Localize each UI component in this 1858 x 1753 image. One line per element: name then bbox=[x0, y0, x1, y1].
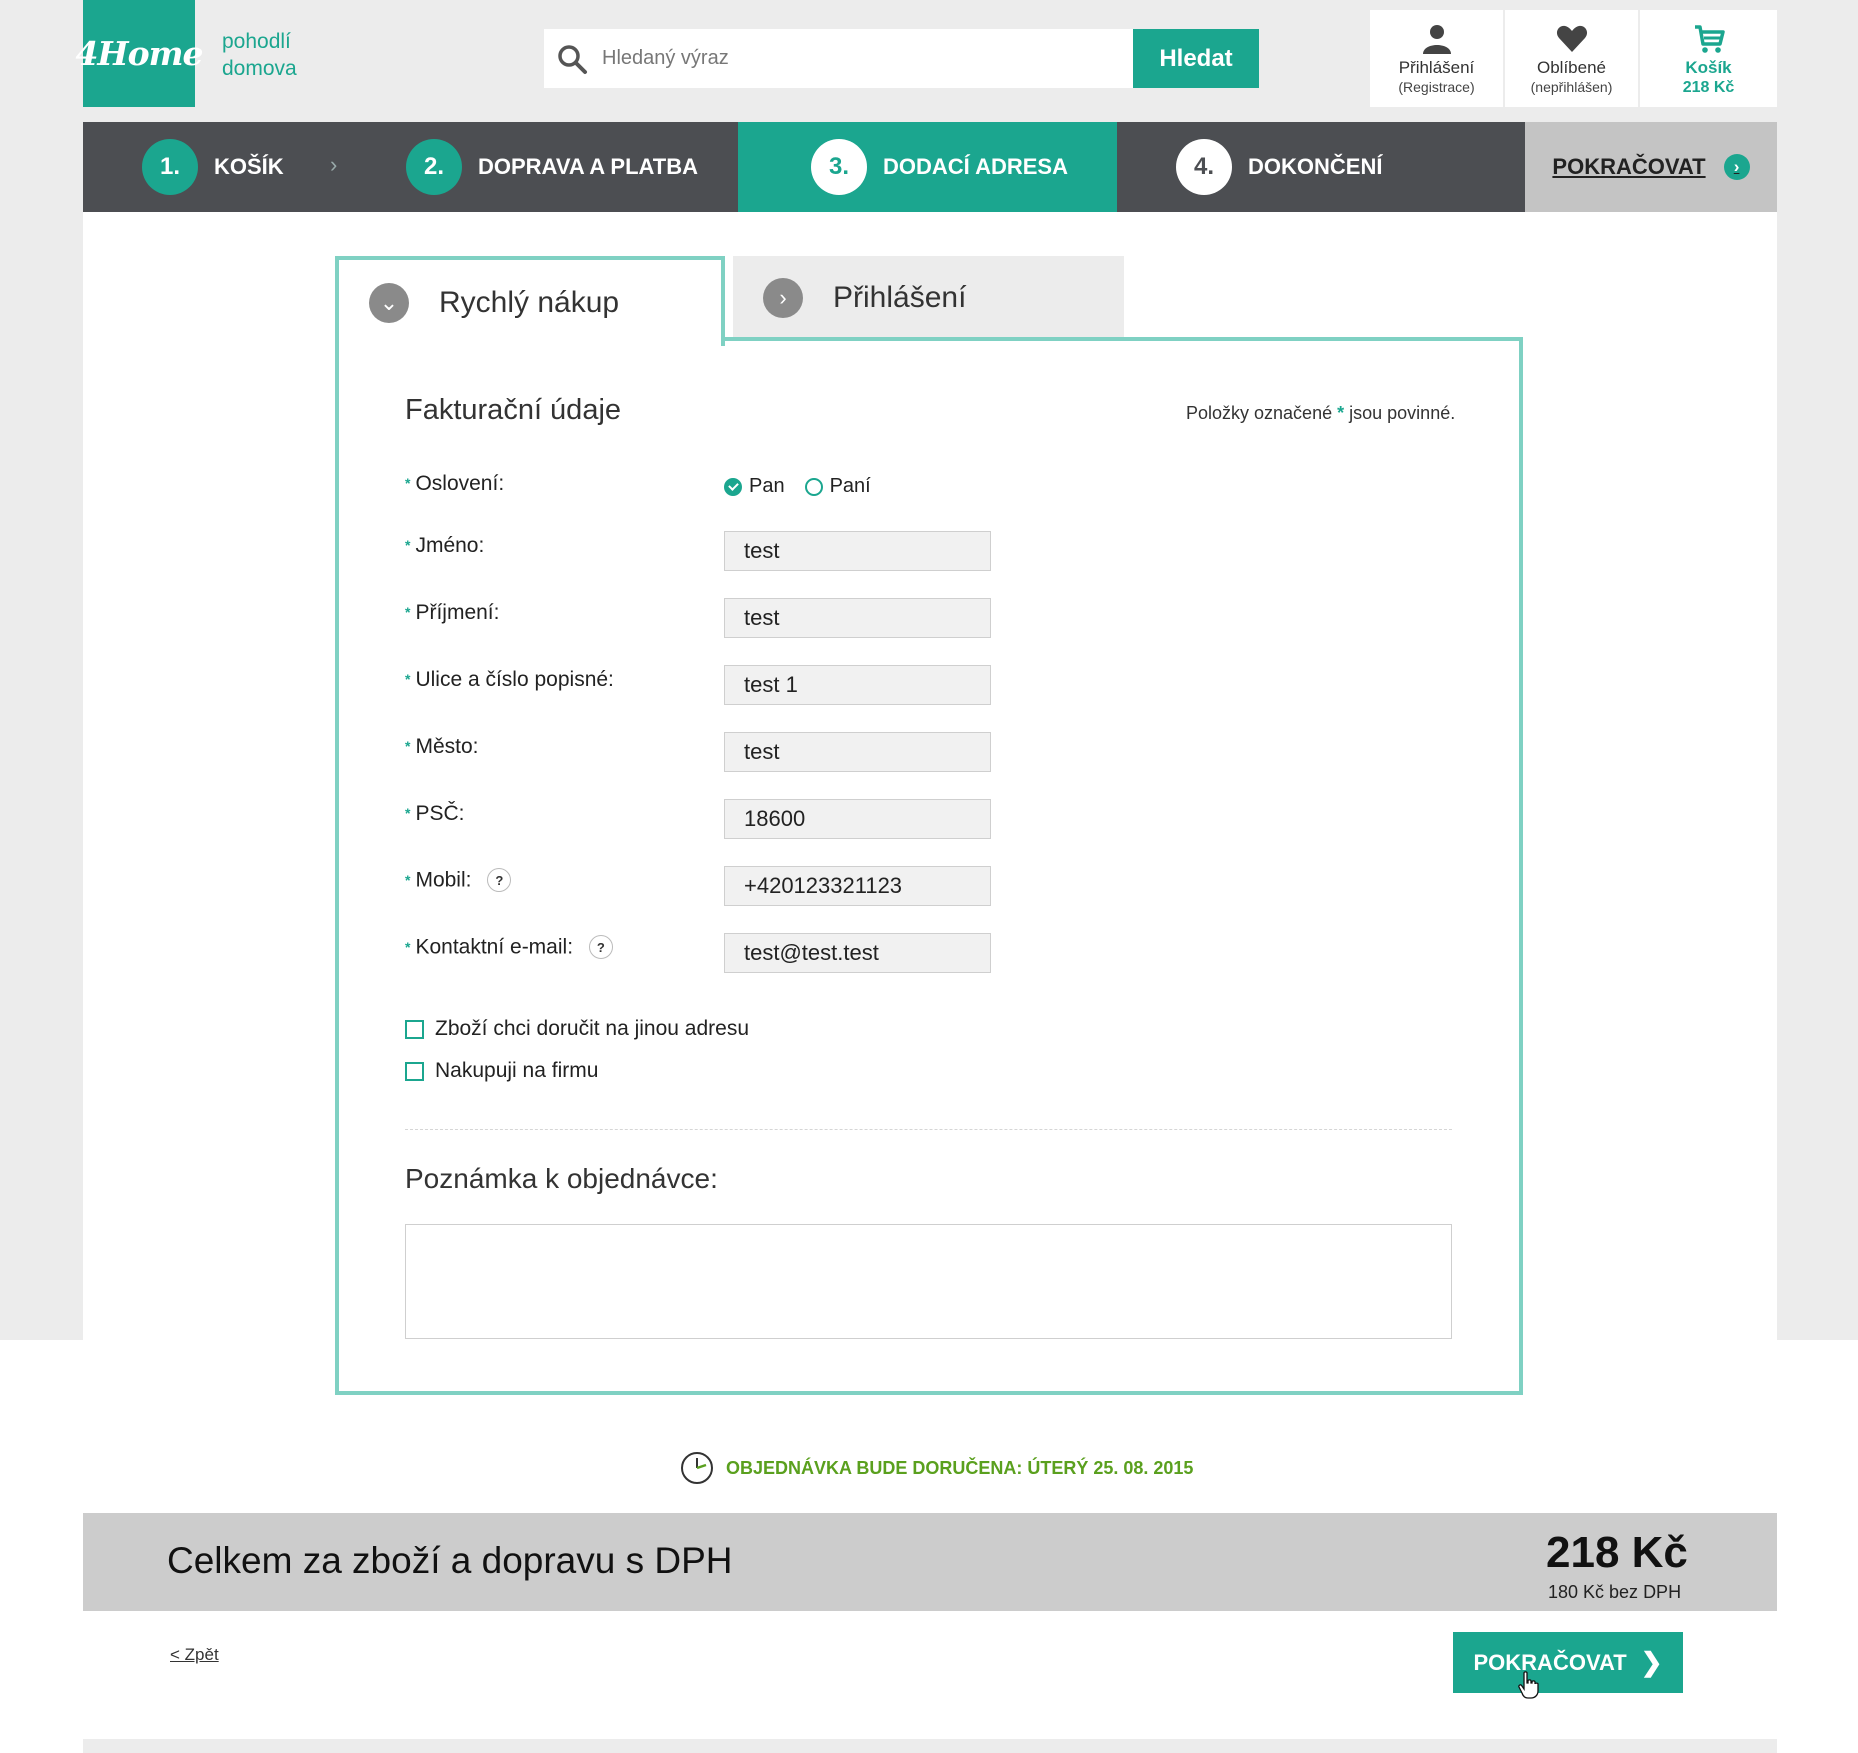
checkbox-label: Zboží chci doručit na jinou adresu bbox=[435, 1017, 750, 1040]
order-note-textarea[interactable] bbox=[405, 1224, 1452, 1339]
page-background-left bbox=[0, 1340, 83, 1753]
cart-price: 218 Kč bbox=[1682, 79, 1735, 96]
login-link[interactable]: Přihlášení (Registrace) bbox=[1370, 10, 1503, 107]
continue-top-label: POKRAČOVAT bbox=[1552, 154, 1706, 179]
step-number: 3. bbox=[811, 139, 867, 195]
tab-label: Přihlášení bbox=[833, 281, 967, 314]
step-delivery-address[interactable]: 3. DODACÍ ADRESA bbox=[738, 122, 1117, 212]
chevron-right-icon: ❯ bbox=[1640, 1647, 1663, 1677]
delivery-text: OBJEDNÁVKA BUDE DORUČENA: ÚTERÝ 25. 08. … bbox=[726, 1457, 1194, 1478]
salutation-label: * Oslovení: bbox=[405, 472, 505, 495]
continue-label: POKRAČOVAT bbox=[1473, 1649, 1627, 1675]
step-number: 1. bbox=[142, 139, 198, 195]
total-label: Celkem za zboží a dopravu s DPH bbox=[167, 1540, 733, 1581]
field-label-street: * Ulice a číslo popisné: bbox=[405, 668, 614, 691]
tab-label: Rychlý nákup bbox=[439, 286, 620, 319]
checkbox-label: Nakupuji na firmu bbox=[435, 1059, 599, 1082]
logo[interactable]: 4Home bbox=[75, 0, 204, 107]
radio-label: Paní bbox=[829, 475, 871, 497]
mobile-input[interactable] bbox=[724, 866, 991, 906]
user-icon bbox=[1422, 25, 1451, 54]
checkbox[interactable] bbox=[405, 1019, 424, 1039]
chevron-right-icon: › bbox=[763, 278, 803, 318]
tab-login[interactable]: › Přihlášení bbox=[733, 256, 1124, 340]
help-icon[interactable]: ? bbox=[487, 868, 512, 892]
required-star: * bbox=[405, 475, 411, 491]
field-label-city: * Město: bbox=[405, 735, 479, 758]
hand-cursor-icon bbox=[1518, 1671, 1539, 1699]
salutation-radio-group: Pan Paní bbox=[724, 475, 871, 498]
register-label: (Registrace) bbox=[1398, 79, 1475, 95]
last-name-input[interactable] bbox=[724, 598, 991, 638]
first-name-input[interactable] bbox=[724, 531, 991, 571]
field-label-mobile: * Mobil: ? bbox=[405, 868, 512, 893]
search-input[interactable] bbox=[598, 29, 1128, 88]
continue-top-button[interactable]: POKRAČOVAT › bbox=[1525, 122, 1777, 212]
radio-pani[interactable] bbox=[804, 477, 823, 496]
radio-label: Pan bbox=[749, 475, 785, 497]
back-link[interactable]: < Zpět bbox=[170, 1645, 219, 1665]
checkbox-other-address[interactable]: Zboží chci doručit na jinou adresu bbox=[405, 1017, 749, 1041]
favorites-label: Oblíbené bbox=[1537, 58, 1606, 77]
step-number: 2. bbox=[406, 139, 462, 195]
step-label: DOKONČENÍ bbox=[1248, 154, 1383, 179]
checkbox[interactable] bbox=[405, 1061, 424, 1081]
city-input[interactable] bbox=[724, 732, 991, 772]
login-label: Přihlášení bbox=[1398, 58, 1475, 77]
field-label-email: * Kontaktní e-mail: ? bbox=[405, 935, 613, 960]
order-note-title: Poznámka k objednávce: bbox=[405, 1163, 718, 1194]
cart-icon bbox=[1694, 25, 1725, 53]
email-input[interactable] bbox=[724, 933, 991, 973]
step-number: 4. bbox=[1176, 139, 1232, 195]
street-input[interactable] bbox=[724, 665, 991, 705]
form-title: Fakturační údaje bbox=[405, 394, 622, 426]
page-background-right bbox=[1777, 1340, 1858, 1753]
radio-pan[interactable] bbox=[724, 477, 742, 496]
chevron-right-icon: › bbox=[1723, 154, 1750, 180]
required-note: Položky označené * jsou povinné. bbox=[1186, 403, 1456, 423]
chevron-right-icon: › bbox=[330, 152, 338, 177]
checkbox-company[interactable]: Nakupuji na firmu bbox=[405, 1059, 598, 1083]
step-label: DODACÍ ADRESA bbox=[883, 154, 1068, 179]
field-label-zip: * PSČ: bbox=[405, 802, 465, 825]
field-label-first-name: * Jméno: bbox=[405, 534, 485, 557]
step-finish[interactable]: 4. DOKONČENÍ bbox=[1176, 122, 1382, 212]
delivery-info: OBJEDNÁVKA BUDE DORUČENA: ÚTERÝ 25. 08. … bbox=[680, 1451, 1193, 1485]
step-cart[interactable]: 1. KOŠÍK bbox=[142, 122, 284, 212]
clock-icon bbox=[681, 1452, 713, 1484]
total-price-net: 180 Kč bez DPH bbox=[1548, 1582, 1682, 1602]
heart-icon bbox=[1556, 25, 1587, 52]
divider bbox=[405, 1129, 1452, 1130]
help-icon[interactable]: ? bbox=[588, 935, 613, 959]
step-shipping-payment[interactable]: 2. DOPRAVA A PLATBA bbox=[406, 122, 698, 212]
cart-label: Košík bbox=[1685, 58, 1732, 77]
favorites-status: (nepřihlášen) bbox=[1530, 79, 1613, 95]
cart-link[interactable]: Košík 218 Kč bbox=[1640, 10, 1777, 107]
search-button[interactable]: Hledat bbox=[1133, 29, 1259, 88]
chevron-down-icon: ⌄ bbox=[369, 283, 409, 323]
search-icon bbox=[558, 45, 587, 74]
total-price: 218 Kč bbox=[1546, 1528, 1688, 1577]
favorites-link[interactable]: Oblíbené (nepřihlášen) bbox=[1505, 10, 1638, 107]
step-label: KOŠÍK bbox=[214, 154, 284, 179]
field-label-last-name: * Příjmení: bbox=[405, 601, 500, 624]
tagline: pohodlí domova bbox=[222, 30, 297, 80]
tab-quick-purchase[interactable]: ⌄ Rychlý nákup bbox=[335, 256, 725, 346]
zip-input[interactable] bbox=[724, 799, 991, 839]
step-label: DOPRAVA A PLATBA bbox=[478, 154, 698, 179]
continue-button[interactable]: POKRAČOVAT ❯ bbox=[1453, 1632, 1683, 1693]
